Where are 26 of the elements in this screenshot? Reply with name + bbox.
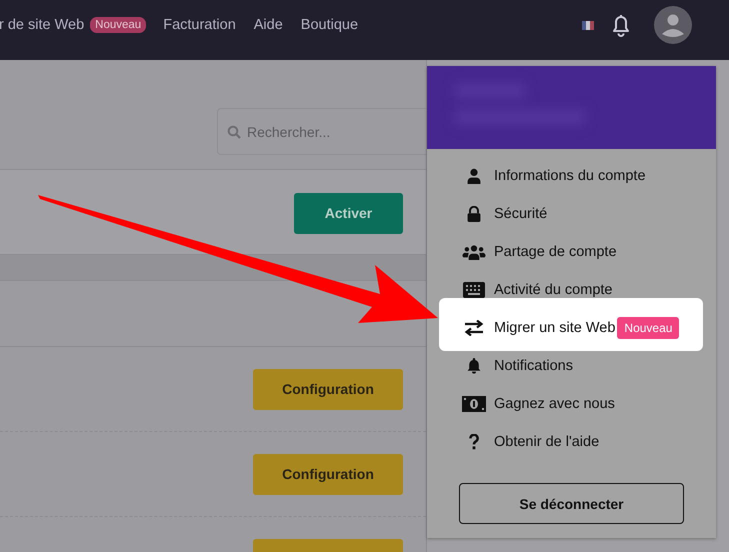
menu-item[interactable]: Gagnez avec nous bbox=[439, 396, 704, 412]
configuration-button[interactable]: Configuration bbox=[253, 454, 403, 494]
menu-item[interactable]: Informations du compte bbox=[439, 168, 704, 184]
nav-link[interactable]: Facturation bbox=[163, 17, 236, 33]
search-icon bbox=[227, 125, 241, 139]
logout-button[interactable]: Se déconnecter bbox=[459, 483, 684, 524]
nav-link[interactable]: r de site Web bbox=[0, 17, 84, 33]
menu-item[interactable]: Obtenir de l'aide bbox=[439, 434, 704, 450]
new-badge: Nouveau bbox=[90, 17, 146, 33]
nav-link[interactable]: Boutique bbox=[300, 17, 358, 33]
menu-item[interactable]: Notifications bbox=[439, 358, 704, 374]
menu-item[interactable]: Migrer un site Web Nouveau bbox=[439, 298, 703, 351]
menu-item[interactable]: Activité du compte bbox=[439, 282, 704, 298]
keyboard-icon bbox=[461, 282, 487, 298]
banknote-icon bbox=[461, 396, 487, 412]
menu-item[interactable]: Partage de compte bbox=[439, 244, 704, 260]
avatar-icon[interactable] bbox=[654, 6, 692, 44]
search-field[interactable]: Rechercher... bbox=[217, 108, 426, 155]
bell-icon[interactable] bbox=[610, 13, 632, 37]
group-icon bbox=[461, 244, 487, 260]
configuration-button[interactable]: Configuration bbox=[253, 368, 403, 410]
activate-button[interactable]: Activer bbox=[294, 192, 403, 234]
menu-item[interactable]: Sécurité bbox=[439, 206, 704, 222]
flag-icon[interactable] bbox=[582, 20, 594, 30]
new-badge: Nouveau bbox=[617, 317, 680, 339]
nav-link[interactable]: Aide bbox=[254, 17, 283, 33]
